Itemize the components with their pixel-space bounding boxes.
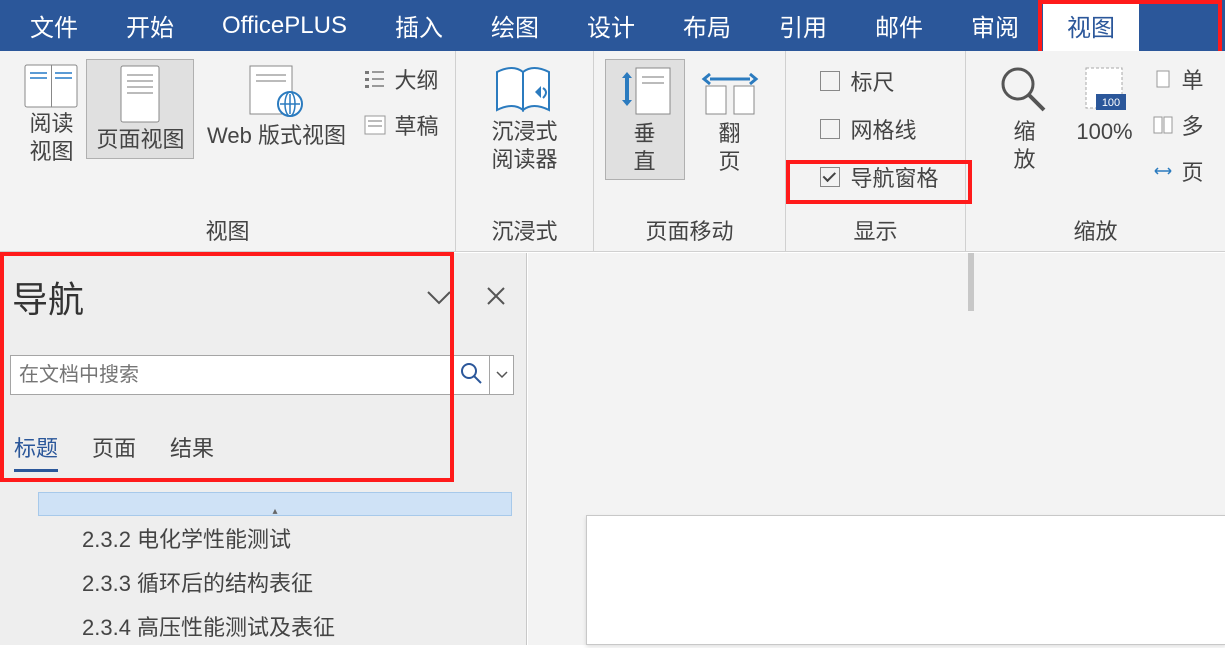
tab-officeplus[interactable]: OfficePLUS [198, 2, 371, 50]
navigation-pane: 导航 标题 页面 结果 ▴ 2.3.2 电化学性能测试 2.3.3 循环后的结构… [0, 253, 527, 645]
checkbox-icon [820, 71, 840, 91]
zoom-icon [998, 64, 1050, 116]
flip-page-label: 翻 页 [718, 120, 740, 175]
search-icon[interactable] [459, 361, 483, 390]
svg-text:100: 100 [1102, 97, 1120, 109]
flip-page-button[interactable]: 翻 页 [685, 59, 775, 180]
flip-page-icon [700, 64, 760, 118]
search-options-button[interactable] [490, 355, 514, 395]
pagemove-group-label: 页面移动 [645, 210, 733, 252]
menu-bar: 文件 开始 OfficePLUS 插入 绘图 设计 布局 引用 邮件 审阅 视图 [0, 0, 1225, 51]
outline-selected-item[interactable]: ▴ [38, 492, 512, 516]
tab-view[interactable]: 视图 [1043, 0, 1139, 53]
zoom-button[interactable]: 缩 放 [987, 59, 1061, 178]
outline-item[interactable]: 2.3.2 电化学性能测试 [78, 516, 512, 560]
vertical-scroll-label: 垂 直 [633, 120, 655, 175]
single-page-button[interactable]: 单 [1153, 63, 1203, 95]
chevron-down-icon [496, 371, 508, 379]
outline-view-label: 大纲 [394, 63, 438, 95]
ruler-checkbox[interactable]: 标尺 [820, 65, 894, 97]
tab-file[interactable]: 文件 [6, 0, 102, 53]
outline-icon [364, 69, 386, 89]
ruler-label: 标尺 [850, 65, 894, 97]
tab-references[interactable]: 引用 [755, 0, 851, 53]
navpane-title: 导航 [12, 271, 426, 323]
zoom-100-button[interactable]: 100 100% [1061, 59, 1147, 151]
tab-home[interactable]: 开始 [102, 0, 198, 53]
tab-mailings[interactable]: 邮件 [851, 0, 947, 53]
outline-view-button[interactable]: 大纲 [364, 63, 438, 95]
views-group-label: 视图 [205, 210, 249, 252]
navpane-close-button[interactable] [486, 281, 506, 313]
tab-insert[interactable]: 插入 [371, 0, 467, 53]
gridlines-label: 网格线 [850, 113, 916, 145]
single-page-label: 单 [1181, 63, 1203, 95]
ribbon-group-zoom: 缩 放 100 100% 单 多 页 [966, 51, 1225, 252]
zoom-100-icon: 100 [1076, 64, 1132, 116]
navpane-tab-pages[interactable]: 页面 [92, 431, 136, 472]
read-view-icon [24, 64, 78, 108]
outline-item[interactable]: 2.3.4 高压性能测试及表征 [78, 604, 512, 648]
page-width-label: 页 [1181, 155, 1203, 187]
page-width-button[interactable]: 页 [1153, 155, 1203, 187]
single-page-icon [1153, 69, 1173, 89]
web-view-label: Web 版式视图 [207, 122, 346, 150]
checkbox-checked-icon [820, 167, 840, 187]
zoom-label: 缩 放 [1013, 118, 1035, 173]
tab-review[interactable]: 审阅 [947, 0, 1043, 53]
read-view-button[interactable]: 阅读 视图 [16, 59, 86, 170]
outline-list: ▴ 2.3.2 电化学性能测试 2.3.3 循环后的结构表征 2.3.4 高压性… [38, 492, 512, 648]
page-view-icon [115, 64, 165, 124]
vertical-scroll-icon [618, 64, 672, 118]
tab-draw[interactable]: 绘图 [467, 0, 563, 53]
page-view-label: 页面视图 [96, 126, 184, 154]
draft-view-label: 草稿 [394, 109, 438, 141]
multi-page-icon [1153, 115, 1173, 135]
zoom-100-label: 100% [1076, 118, 1132, 146]
ribbon-group-show: 标尺 网格线 导航窗格 显示 [786, 51, 966, 252]
ribbon-group-immersive: 沉浸式 阅读器 沉浸式 [456, 51, 594, 252]
outline-item[interactable]: 2.3.3 循环后的结构表征 [78, 560, 512, 604]
document-page[interactable] [586, 515, 1225, 645]
web-view-button[interactable]: Web 版式视图 [194, 59, 358, 155]
page-shadow [968, 253, 974, 311]
multi-page-label: 多 [1181, 109, 1203, 141]
page-view-button[interactable]: 页面视图 [86, 59, 194, 159]
draft-icon [364, 115, 386, 135]
web-view-icon [246, 64, 306, 120]
tab-design[interactable]: 设计 [563, 0, 659, 53]
draft-view-button[interactable]: 草稿 [364, 109, 438, 141]
navpane-tab-results[interactable]: 结果 [170, 431, 214, 472]
checkbox-icon [820, 119, 840, 139]
immersive-reader-button[interactable]: 沉浸式 阅读器 [465, 59, 585, 178]
show-group-label: 显示 [853, 210, 897, 252]
immersive-reader-label: 沉浸式 阅读器 [491, 118, 557, 173]
chevron-down-icon [426, 290, 452, 306]
tab-layout[interactable]: 布局 [659, 0, 755, 53]
ribbon-group-views: 阅读 视图 页面视图 Web 版式视图 大纲 [0, 51, 456, 252]
gridlines-checkbox[interactable]: 网格线 [820, 113, 916, 145]
immersive-reader-icon [493, 64, 557, 116]
triangle-up-icon: ▴ [272, 506, 277, 517]
navpane-checkbox[interactable]: 导航窗格 [820, 161, 938, 193]
navpane-collapse-button[interactable] [426, 281, 452, 313]
page-width-icon [1153, 161, 1173, 181]
search-box[interactable] [10, 355, 490, 395]
multi-page-button[interactable]: 多 [1153, 109, 1203, 141]
search-input[interactable] [17, 363, 459, 388]
vertical-scroll-button[interactable]: 垂 直 [605, 59, 685, 180]
close-icon [486, 286, 506, 306]
navpane-label: 导航窗格 [850, 161, 938, 193]
ribbon-group-pagemove: 垂 直 翻 页 页面移动 [594, 51, 786, 252]
zoom-group-label: 缩放 [1073, 210, 1117, 252]
document-area [528, 253, 1225, 645]
navpane-tab-headings[interactable]: 标题 [14, 431, 58, 472]
immersive-group-label: 沉浸式 [491, 210, 557, 252]
ribbon: 阅读 视图 页面视图 Web 版式视图 大纲 [0, 51, 1225, 252]
read-view-label: 阅读 视图 [29, 110, 73, 165]
